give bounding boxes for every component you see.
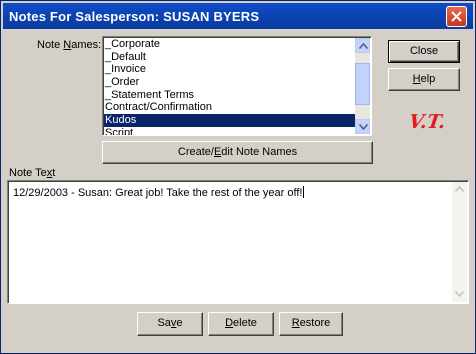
note-names-list[interactable]: _Corporate _Default _Invoice _Order _Stateme…	[102, 36, 372, 136]
note-names-label: Note Names:	[37, 39, 102, 51]
list-item[interactable]: _Statement Terms	[104, 89, 356, 102]
list-item[interactable]: Script	[104, 127, 356, 135]
window-title: Notes For Salesperson: SUSAN BYERS	[9, 9, 260, 24]
scroll-up-button[interactable]	[355, 38, 370, 53]
restore-button[interactable]: Restore	[279, 312, 343, 336]
note-text-content: 12/29/2003 - Susan: Great job! Take the …	[13, 186, 305, 199]
note-names-scrollbar[interactable]	[355, 38, 370, 134]
arrow-down-icon	[455, 291, 464, 297]
list-item[interactable]: Contract/Confirmation	[104, 101, 356, 114]
arrow-up-icon	[455, 186, 464, 192]
note-text-label: Note Text	[9, 167, 56, 179]
create-edit-note-names-button[interactable]: Create/Edit Note Names	[102, 141, 373, 164]
text-scroll-up-button[interactable]	[452, 182, 467, 197]
list-item[interactable]: _Corporate	[104, 38, 356, 51]
list-item[interactable]: _Default	[104, 51, 356, 64]
close-icon	[451, 11, 462, 22]
save-button[interactable]: Save	[137, 312, 203, 336]
delete-button[interactable]: Delete	[208, 312, 274, 336]
list-item[interactable]: Kudos	[104, 114, 356, 127]
scroll-down-button[interactable]	[355, 119, 370, 134]
help-button[interactable]: Help	[388, 68, 460, 91]
list-item[interactable]: _Order	[104, 76, 356, 89]
arrow-up-icon	[359, 43, 368, 49]
text-scroll-down-button[interactable]	[452, 287, 467, 302]
list-item[interactable]: _Invoice	[104, 63, 356, 76]
note-text-scrollbar[interactable]	[452, 182, 467, 302]
title-bar[interactable]: Notes For Salesperson: SUSAN BYERS	[3, 3, 473, 29]
notes-dialog: Notes For Salesperson: SUSAN BYERS Note …	[0, 0, 476, 354]
window-close-button[interactable]	[446, 6, 467, 27]
note-names-items: _Corporate _Default _Invoice _Order _Stateme…	[104, 38, 356, 135]
text-caret	[303, 186, 305, 198]
signature-mark: V.T.	[407, 111, 447, 133]
arrow-down-icon	[359, 124, 368, 130]
close-button[interactable]: Close	[388, 40, 460, 63]
note-text-area[interactable]: 12/29/2003 - Susan: Great job! Take the …	[7, 180, 469, 304]
scroll-thumb[interactable]	[355, 63, 370, 105]
